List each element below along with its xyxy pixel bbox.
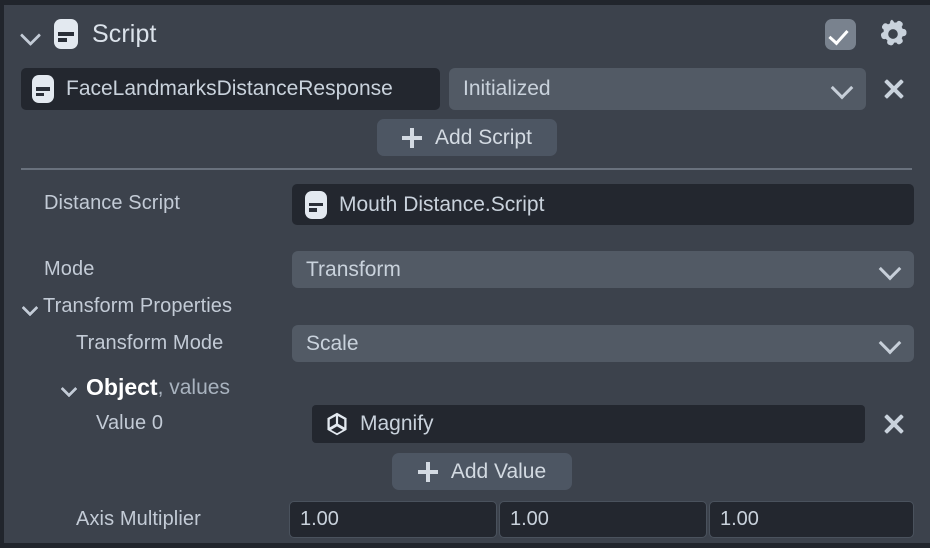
axis-multiplier-y-value: 1.00 (510, 508, 549, 531)
chevron-down-icon[interactable] (61, 380, 77, 396)
add-script-button[interactable]: Add Script (377, 119, 557, 156)
value-0-value: Magnify (360, 412, 434, 436)
chevron-down-icon (879, 257, 902, 280)
chevron-down-icon (831, 77, 854, 100)
axis-multiplier-label: Axis Multiplier (76, 508, 201, 531)
transform-mode-value: Scale (306, 332, 359, 356)
add-value-label: Add Value (451, 460, 546, 484)
divider (21, 168, 912, 170)
close-icon[interactable] (881, 411, 907, 437)
script-state-dropdown[interactable]: Initialized (449, 68, 866, 110)
axis-multiplier-z-input[interactable]: 1.00 (709, 501, 914, 538)
object-values-section-header[interactable]: Object , values (61, 374, 230, 401)
plus-icon (402, 128, 422, 148)
distance-script-value: Mouth Distance.Script (339, 193, 544, 217)
enabled-checkbox[interactable] (825, 19, 856, 50)
axis-multiplier-x-value: 1.00 (300, 508, 339, 531)
script-component-panel: Script FaceLandmarksDistanceResponse Ini… (0, 0, 930, 548)
add-script-label: Add Script (435, 126, 532, 150)
script-state-value: Initialized (463, 77, 551, 101)
distance-script-field[interactable]: Mouth Distance.Script (292, 184, 914, 225)
transform-mode-label: Transform Mode (76, 332, 223, 355)
axis-multiplier-z-value: 1.00 (720, 508, 759, 531)
distance-script-label: Distance Script (44, 192, 180, 215)
add-value-button[interactable]: Add Value (392, 453, 572, 490)
mode-dropdown[interactable]: Transform (292, 251, 914, 288)
axis-multiplier-x-input[interactable]: 1.00 (289, 501, 497, 538)
transform-properties-section-header[interactable]: Transform Properties (22, 295, 232, 318)
chevron-down-icon[interactable] (22, 299, 38, 315)
chevron-down-icon[interactable] (22, 26, 38, 42)
script-icon (32, 75, 54, 103)
close-icon[interactable] (881, 76, 907, 102)
transform-properties-label: Transform Properties (43, 295, 232, 318)
page-title: Script (92, 20, 157, 49)
component-header[interactable]: Script (22, 13, 157, 55)
value-0-field[interactable]: Magnify (312, 405, 865, 443)
mode-value: Transform (306, 258, 401, 282)
gear-icon[interactable] (876, 17, 910, 51)
script-asset-field[interactable]: FaceLandmarksDistanceResponse (21, 68, 440, 110)
object-values-suffix: , values (158, 376, 230, 400)
object-values-title: Object (86, 374, 158, 401)
script-icon (54, 19, 78, 49)
mode-label: Mode (44, 258, 94, 281)
value-0-label: Value 0 (96, 412, 163, 435)
script-asset-name: FaceLandmarksDistanceResponse (66, 77, 393, 101)
object-cube-icon (324, 411, 350, 437)
axis-multiplier-y-input[interactable]: 1.00 (499, 501, 707, 538)
chevron-down-icon (879, 331, 902, 354)
plus-icon (418, 462, 438, 482)
script-icon (305, 191, 327, 219)
transform-mode-dropdown[interactable]: Scale (292, 325, 914, 362)
